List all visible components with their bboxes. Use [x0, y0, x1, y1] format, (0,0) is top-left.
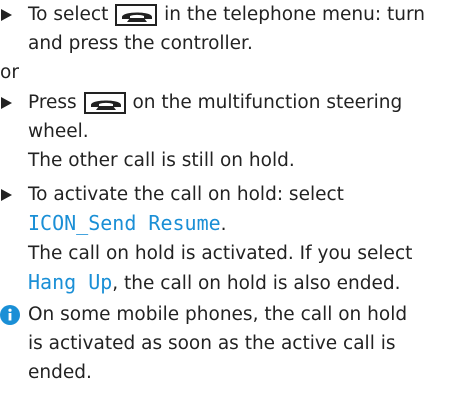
step-text: on the multifunction steering: [126, 92, 403, 113]
info-note: On some mobile phones, the call on hold …: [0, 300, 461, 387]
note-text: ended.: [28, 362, 92, 383]
phone-key-icon: [115, 4, 158, 26]
step-text: Press: [28, 92, 83, 113]
step-result: The other call is still on hold.: [28, 150, 295, 171]
info-icon: [0, 305, 20, 325]
arrow-bullet-icon: [1, 189, 12, 201]
info-row: On some mobile phones, the call on hold …: [0, 300, 461, 387]
or-separator: or: [0, 58, 461, 87]
step-text: wheel.: [28, 121, 89, 142]
step-result: The call on hold is activated. If you se…: [28, 243, 413, 264]
step-text: To activate the call on hold: select: [28, 184, 344, 205]
step-select-phone-key: To select in the telephone menu: turn an…: [0, 0, 461, 58]
step-bullet-row: To activate the call on hold: select ICO…: [0, 180, 461, 298]
note-text: On some mobile phones, the call on hold: [28, 304, 408, 325]
or-text: or: [0, 62, 19, 83]
arrow-bullet-icon: [1, 97, 12, 109]
menu-item-hang-up: Hang Up: [28, 270, 113, 294]
note-text: is activated as soon as the active call …: [28, 333, 396, 354]
step-bullet-row: Press on the multifunction steering whee…: [0, 88, 461, 175]
instruction-page: To select in the telephone menu: turn an…: [0, 0, 461, 402]
step-bullet-row: To select in the telephone menu: turn an…: [0, 0, 461, 58]
step-text: in the telephone menu: turn: [158, 4, 425, 25]
step-text: To select: [28, 4, 115, 25]
step-text: and press the controller.: [28, 33, 253, 54]
step-text: .: [220, 214, 227, 235]
arrow-bullet-icon: [1, 9, 12, 21]
phone-key-icon: [83, 92, 126, 114]
step-press-phone-key: Press on the multifunction steering whee…: [0, 88, 461, 175]
step-result: , the call on hold is also ended.: [112, 273, 401, 294]
menu-item-send-resume: ICON_Send Resume: [28, 211, 221, 235]
step-activate-hold: To activate the call on hold: select ICO…: [0, 180, 461, 298]
